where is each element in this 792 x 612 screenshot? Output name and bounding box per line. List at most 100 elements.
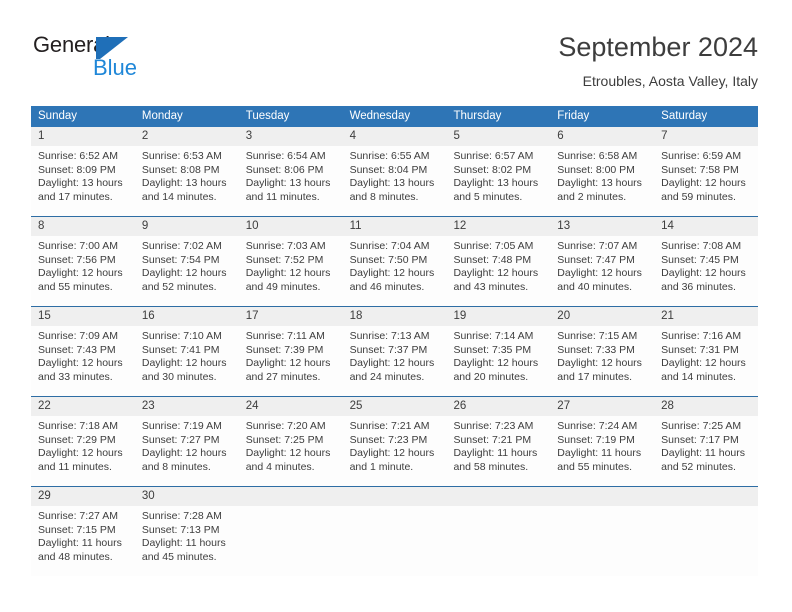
week-row: 15 Sunrise: 7:09 AM Sunset: 7:43 PM Dayl… xyxy=(31,306,759,396)
day-number-band: 17 xyxy=(238,307,343,326)
day-number: 23 xyxy=(141,400,155,412)
sunrise-text: Sunrise: 6:54 AM xyxy=(245,150,326,162)
day-cell[interactable]: 30 Sunrise: 7:28 AM Sunset: 7:13 PM Dayl… xyxy=(134,487,239,576)
day-cell[interactable]: 23 Sunrise: 7:19 AM Sunset: 7:27 PM Dayl… xyxy=(134,397,239,486)
day-number: 2 xyxy=(141,130,149,142)
daylight-text-line1: Daylight: 12 hours xyxy=(557,357,642,370)
day-cell-empty xyxy=(238,487,343,576)
sunrise-text: Sunrise: 7:09 AM xyxy=(38,330,118,342)
daylight-text-line2: and 59 minutes. xyxy=(661,190,736,203)
day-cell[interactable]: 2 Sunrise: 6:53 AM Sunset: 8:08 PM Dayli… xyxy=(134,127,239,216)
day-cell[interactable]: 21 Sunrise: 7:16 AM Sunset: 7:31 PM Dayl… xyxy=(654,307,759,396)
weekday-header-monday: Monday xyxy=(141,110,183,122)
day-cell[interactable]: 7 Sunrise: 6:59 AM Sunset: 7:58 PM Dayli… xyxy=(654,127,759,216)
day-info: Sunrise: 7:28 AM Sunset: 7:13 PM Dayligh… xyxy=(135,506,239,564)
sunrise-text: Sunrise: 6:55 AM xyxy=(349,150,430,162)
day-number: 7 xyxy=(661,130,668,142)
day-cell[interactable]: 12 Sunrise: 7:05 AM Sunset: 7:48 PM Dayl… xyxy=(446,217,551,306)
day-number-band xyxy=(446,487,551,506)
sunrise-text: Sunrise: 6:53 AM xyxy=(141,150,222,162)
weekday-header-tuesday: Tuesday xyxy=(245,110,290,122)
daylight-text-line2: and 11 minutes. xyxy=(38,460,112,473)
daylight-text-line2: and 5 minutes. xyxy=(453,190,523,203)
daylight-text-line1: Daylight: 13 hours xyxy=(141,177,227,190)
sunset-text: Sunset: 8:06 PM xyxy=(245,163,324,176)
calendar-page: General Blue September 2024 Etroubles, A… xyxy=(0,0,792,612)
weekday-header-friday: Friday xyxy=(557,110,590,122)
day-number: 4 xyxy=(349,130,356,142)
sunrise-text: Sunrise: 7:00 AM xyxy=(38,240,118,252)
weekday-header-wednesday: Wednesday xyxy=(349,110,411,122)
daylight-text-line2: and 45 minutes. xyxy=(141,550,217,563)
daylight-text-line2: and 33 minutes. xyxy=(38,370,113,383)
daylight-text-line1: Daylight: 12 hours xyxy=(661,357,746,370)
sunset-text: Sunset: 7:56 PM xyxy=(38,253,116,266)
daylight-text-line1: Daylight: 12 hours xyxy=(245,267,331,280)
day-cell[interactable]: 26 Sunrise: 7:23 AM Sunset: 7:21 PM Dayl… xyxy=(446,397,551,486)
day-info: Sunrise: 6:59 AM Sunset: 7:58 PM Dayligh… xyxy=(654,146,758,204)
sunset-text: Sunset: 7:48 PM xyxy=(453,253,532,266)
day-cell[interactable]: 20 Sunrise: 7:15 AM Sunset: 7:33 PM Dayl… xyxy=(550,307,655,396)
day-cell[interactable]: 11 Sunrise: 7:04 AM Sunset: 7:50 PM Dayl… xyxy=(342,217,447,306)
day-info: Sunrise: 7:18 AM Sunset: 7:29 PM Dayligh… xyxy=(31,416,135,474)
day-number-band xyxy=(342,487,447,506)
weekday-header-row: Sunday Monday Tuesday Wednesday Thursday… xyxy=(31,106,758,127)
day-info: Sunrise: 7:15 AM Sunset: 7:33 PM Dayligh… xyxy=(550,326,654,384)
day-cell[interactable]: 19 Sunrise: 7:14 AM Sunset: 7:35 PM Dayl… xyxy=(446,307,551,396)
day-number-band xyxy=(550,487,655,506)
day-number-band: 28 xyxy=(654,397,759,416)
sunset-text: Sunset: 8:09 PM xyxy=(38,163,116,176)
day-cell-empty xyxy=(654,487,759,576)
day-cell[interactable]: 10 Sunrise: 7:03 AM Sunset: 7:52 PM Dayl… xyxy=(238,217,343,306)
day-cell[interactable]: 3 Sunrise: 6:54 AM Sunset: 8:06 PM Dayli… xyxy=(238,127,343,216)
day-number: 27 xyxy=(557,400,571,412)
daylight-text-line2: and 24 minutes. xyxy=(349,370,425,383)
brand-logo[interactable]: General Blue xyxy=(33,33,253,83)
day-number: 8 xyxy=(38,220,45,232)
day-info: Sunrise: 7:21 AM Sunset: 7:23 PM Dayligh… xyxy=(343,416,447,474)
day-number: 12 xyxy=(453,220,467,232)
day-cell[interactable]: 17 Sunrise: 7:11 AM Sunset: 7:39 PM Dayl… xyxy=(238,307,343,396)
day-cell-empty xyxy=(446,487,551,576)
daylight-text-line1: Daylight: 11 hours xyxy=(453,447,538,460)
daylight-text-line1: Daylight: 12 hours xyxy=(38,357,123,370)
sunset-text: Sunset: 8:08 PM xyxy=(141,163,220,176)
day-cell[interactable]: 29 Sunrise: 7:27 AM Sunset: 7:15 PM Dayl… xyxy=(31,487,135,576)
daylight-text-line1: Daylight: 12 hours xyxy=(141,447,227,460)
day-number-band: 20 xyxy=(550,307,655,326)
daylight-text-line1: Daylight: 13 hours xyxy=(349,177,435,190)
daylight-text-line1: Daylight: 12 hours xyxy=(557,267,642,280)
day-cell[interactable]: 9 Sunrise: 7:02 AM Sunset: 7:54 PM Dayli… xyxy=(134,217,239,306)
daylight-text-line1: Daylight: 11 hours xyxy=(141,537,226,550)
brand-logo-top: General xyxy=(33,33,253,59)
day-number: 11 xyxy=(349,220,362,232)
day-cell[interactable]: 14 Sunrise: 7:08 AM Sunset: 7:45 PM Dayl… xyxy=(654,217,759,306)
day-cell[interactable]: 25 Sunrise: 7:21 AM Sunset: 7:23 PM Dayl… xyxy=(342,397,447,486)
day-cell[interactable]: 18 Sunrise: 7:13 AM Sunset: 7:37 PM Dayl… xyxy=(342,307,447,396)
day-info: Sunrise: 7:08 AM Sunset: 7:45 PM Dayligh… xyxy=(654,236,758,294)
day-info: Sunrise: 7:27 AM Sunset: 7:15 PM Dayligh… xyxy=(31,506,135,564)
day-number-band: 13 xyxy=(550,217,655,236)
day-cell[interactable]: 15 Sunrise: 7:09 AM Sunset: 7:43 PM Dayl… xyxy=(31,307,135,396)
day-number-band: 22 xyxy=(31,397,135,416)
day-cell[interactable]: 4 Sunrise: 6:55 AM Sunset: 8:04 PM Dayli… xyxy=(342,127,447,216)
day-cell[interactable]: 8 Sunrise: 7:00 AM Sunset: 7:56 PM Dayli… xyxy=(31,217,135,306)
day-cell[interactable]: 24 Sunrise: 7:20 AM Sunset: 7:25 PM Dayl… xyxy=(238,397,343,486)
day-number: 24 xyxy=(245,400,259,412)
day-cell[interactable]: 28 Sunrise: 7:25 AM Sunset: 7:17 PM Dayl… xyxy=(654,397,759,486)
week-row: 1 Sunrise: 6:52 AM Sunset: 8:09 PM Dayli… xyxy=(31,127,759,216)
daylight-text-line2: and 43 minutes. xyxy=(453,280,529,293)
daylight-text-line2: and 48 minutes. xyxy=(38,550,113,563)
day-number-band: 15 xyxy=(31,307,135,326)
daylight-text-line2: and 58 minutes. xyxy=(453,460,529,473)
day-cell[interactable]: 16 Sunrise: 7:10 AM Sunset: 7:41 PM Dayl… xyxy=(134,307,239,396)
day-cell[interactable]: 1 Sunrise: 6:52 AM Sunset: 8:09 PM Dayli… xyxy=(31,127,135,216)
day-cell[interactable]: 27 Sunrise: 7:24 AM Sunset: 7:19 PM Dayl… xyxy=(550,397,655,486)
day-cell[interactable]: 6 Sunrise: 6:58 AM Sunset: 8:00 PM Dayli… xyxy=(550,127,655,216)
day-cell[interactable]: 5 Sunrise: 6:57 AM Sunset: 8:02 PM Dayli… xyxy=(446,127,551,216)
day-cell[interactable]: 13 Sunrise: 7:07 AM Sunset: 7:47 PM Dayl… xyxy=(550,217,655,306)
day-number-band xyxy=(654,487,759,506)
day-cell[interactable]: 22 Sunrise: 7:18 AM Sunset: 7:29 PM Dayl… xyxy=(31,397,135,486)
sunrise-text: Sunrise: 7:15 AM xyxy=(557,330,638,342)
day-number-band: 30 xyxy=(134,487,239,506)
